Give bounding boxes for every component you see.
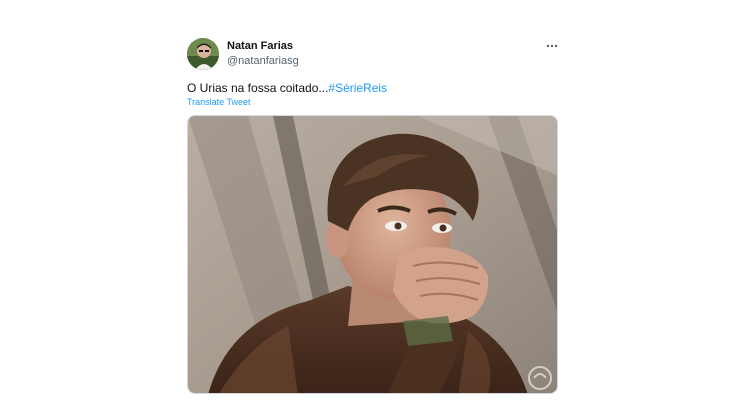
hashtag-link[interactable]: #SérieReis (328, 81, 387, 95)
author-name[interactable]: Natan Farias (227, 40, 293, 52)
tweet-media-image[interactable] (187, 115, 558, 394)
author-handle[interactable]: @natanfariasg (227, 55, 299, 67)
more-horizontal-icon[interactable] (544, 38, 560, 54)
tweet-text: O Urias na fossa coitado...#SérieReis (187, 81, 387, 95)
avatar[interactable] (187, 38, 219, 70)
tweet-body: O Urias na fossa coitado... (187, 81, 329, 95)
translate-tweet-link[interactable]: Translate Tweet (187, 97, 251, 107)
